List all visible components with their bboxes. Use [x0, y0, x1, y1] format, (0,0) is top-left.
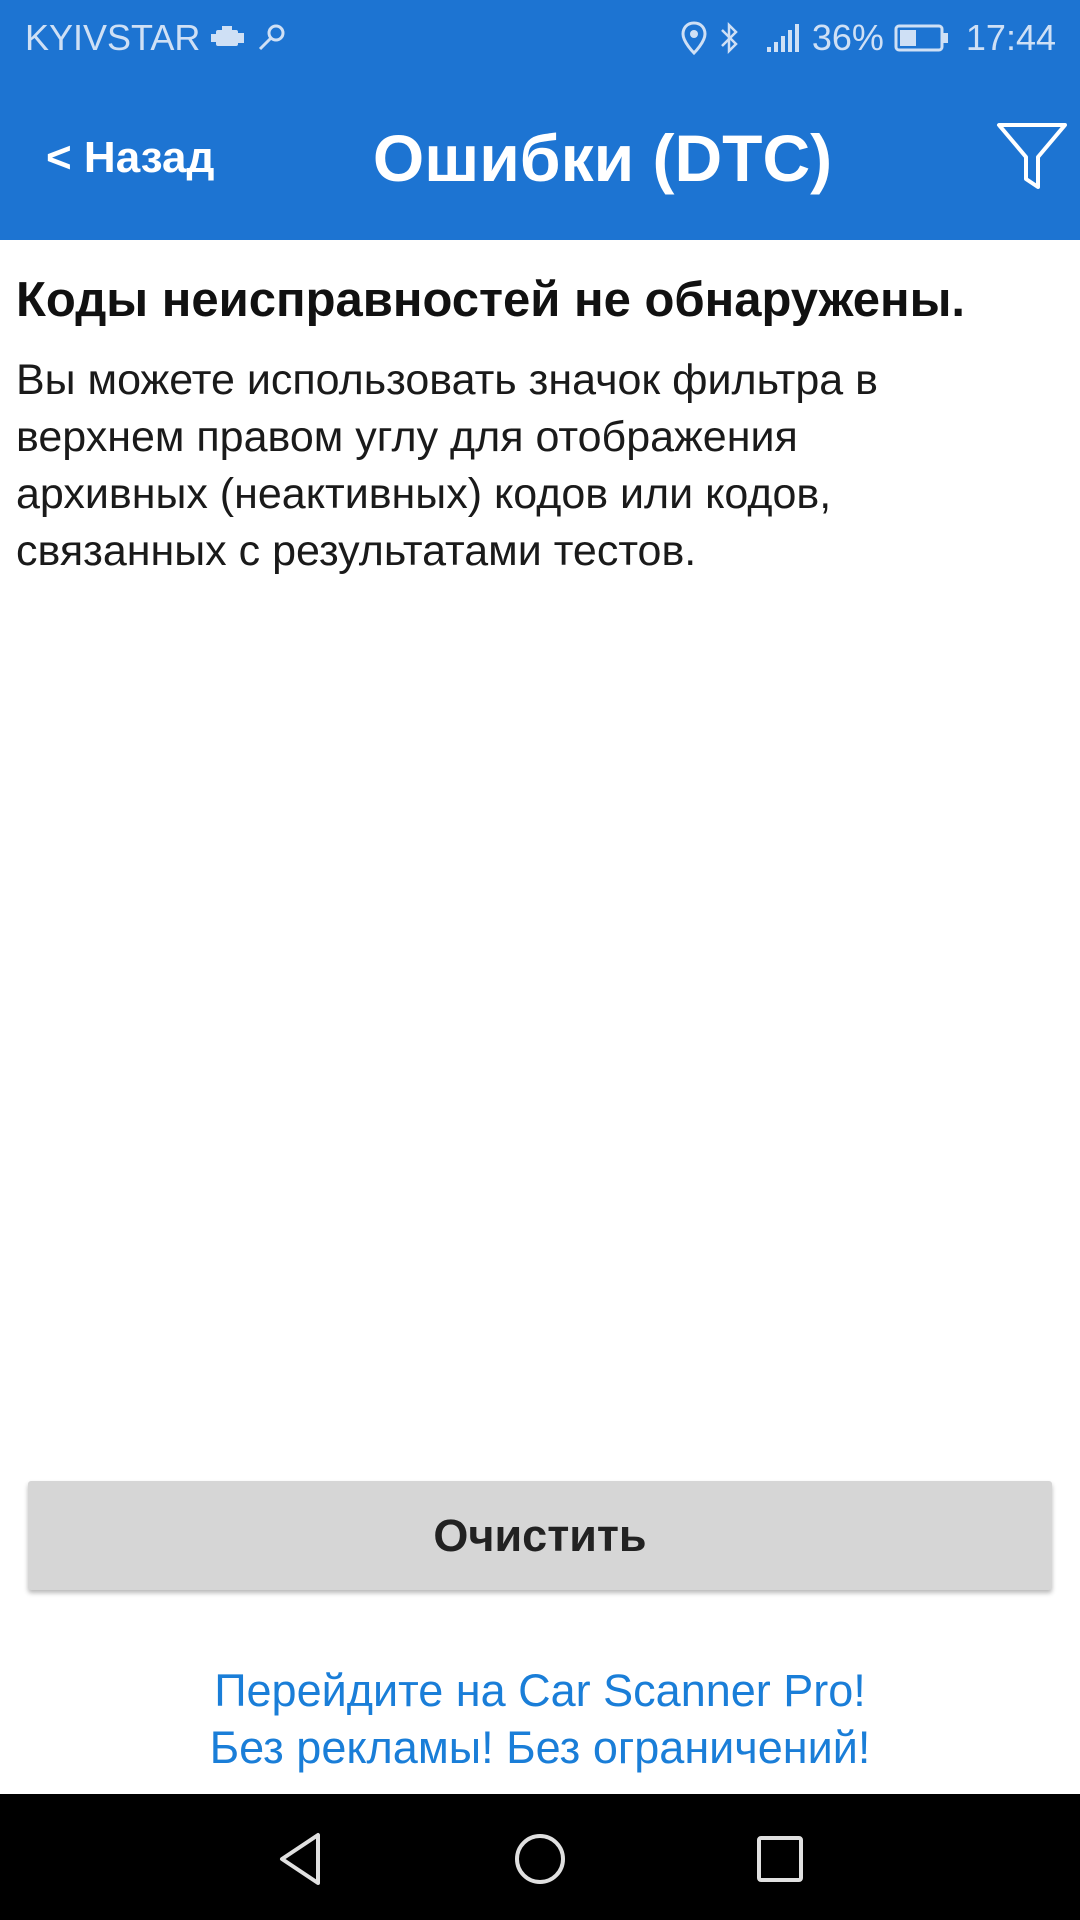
pro-upgrade-link[interactable]: Перейдите на Car Scanner Pro! Без реклам…	[0, 1662, 1080, 1776]
location-icon	[680, 20, 708, 55]
filter-hint-text: Вы можете использовать значок фильтра в …	[16, 356, 878, 575]
app-bar: < Назад Ошибки (DTC)	[0, 75, 1080, 240]
carrier-name: KYIVSTAR	[25, 16, 201, 58]
status-bar: KYIVSTAR 36% 17:44	[0, 0, 1080, 75]
battery-percent: 36%	[811, 16, 884, 58]
status-bar-left: KYIVSTAR	[25, 17, 286, 59]
signal-icon	[766, 23, 802, 53]
back-triangle-icon	[280, 1833, 320, 1885]
nav-recents-button[interactable]	[748, 1827, 812, 1891]
filter-button[interactable]	[990, 117, 1080, 199]
key-icon	[256, 23, 286, 53]
back-button[interactable]: < Назад	[46, 75, 214, 240]
bluetooth-icon	[718, 21, 742, 55]
nav-home-button[interactable]	[508, 1827, 572, 1891]
promo-line-1: Перейдите на Car Scanner Pro!	[214, 1665, 866, 1716]
recents-square-icon	[757, 1836, 803, 1882]
main-content: Коды неисправностей не обнаружены. Вы мо…	[16, 270, 1066, 580]
battery-icon	[894, 23, 950, 53]
system-nav-bar	[0, 1794, 1080, 1920]
nav-back-button[interactable]	[270, 1827, 334, 1891]
promo-line-2: Без рекламы! Без ограничений!	[209, 1722, 871, 1773]
clock: 17:44	[965, 16, 1056, 58]
car-engine-icon	[210, 25, 246, 51]
no-codes-heading: Коды неисправностей не обнаружены.	[16, 273, 966, 327]
home-circle-icon	[515, 1834, 565, 1884]
clear-button[interactable]: Очистить	[28, 1481, 1052, 1590]
filter-icon	[997, 123, 1067, 189]
status-bar-right: 36% 17:44	[680, 17, 1056, 59]
